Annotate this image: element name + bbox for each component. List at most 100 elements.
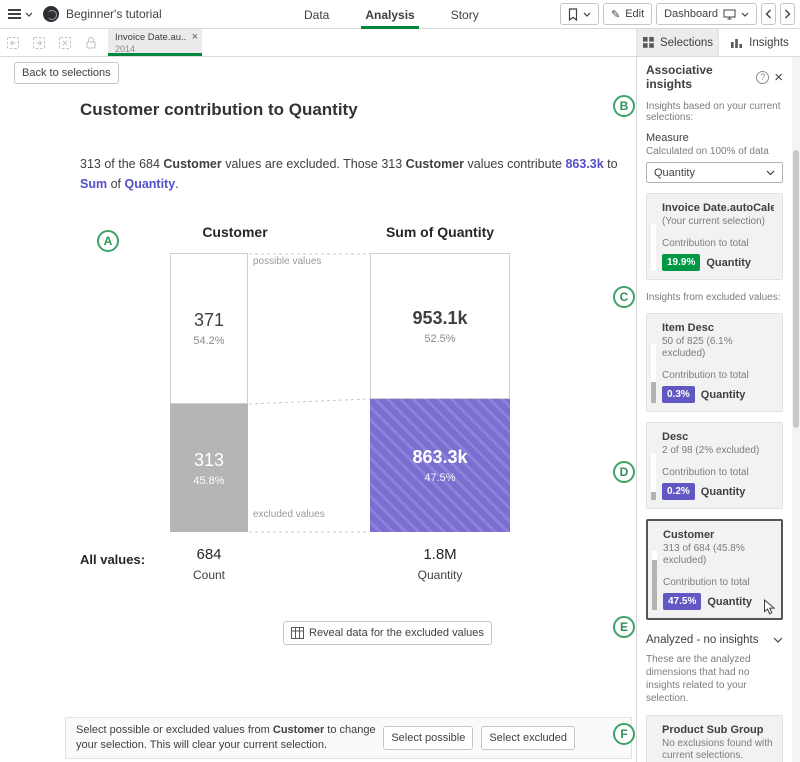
analyzed-description: These are the analyzed dimensions that h…: [646, 653, 783, 705]
app-window: Beginner's tutorial Data Analysis Story …: [0, 0, 800, 762]
tab-analysis[interactable]: Analysis: [361, 0, 418, 29]
card-subtitle: (Your current selection): [662, 216, 774, 228]
close-panel-button[interactable]: ×: [774, 70, 783, 85]
insight-card-product-sub-group[interactable]: Product Sub Group No exclusions found wi…: [646, 715, 783, 762]
selection-field-name: Invoice Date.au...: [115, 32, 186, 43]
total-count-value: 684: [170, 546, 248, 563]
insights-detail-view: Back to selections Customer contribution…: [0, 57, 636, 762]
select-excluded-button[interactable]: Select excluded: [481, 726, 575, 750]
reveal-data-label: Reveal data for the excluded values: [309, 627, 484, 639]
quantity-excluded-bar[interactable]: 863.3k 47.5%: [370, 399, 510, 532]
card-title: Customer: [663, 529, 773, 541]
customer-excluded-bar[interactable]: 313 45.8%: [170, 404, 248, 532]
summary-text: 313 of the 684 Customer values are exclu…: [80, 154, 620, 194]
selection-hint-bar: Select possible or excluded values from …: [65, 717, 632, 759]
card-subtitle: 2 of 98 (2% excluded): [662, 445, 774, 457]
card-kpi-row: 0.3% Quantity: [662, 386, 774, 403]
tab-insights[interactable]: Insights: [718, 29, 800, 56]
clear-selections-icon: [57, 35, 73, 51]
possible-pct: 54.2%: [193, 335, 224, 347]
selections-forward-icon: [31, 35, 47, 51]
remove-selection-button[interactable]: ×: [192, 31, 198, 43]
card-kpi-row: 47.5% Quantity: [663, 593, 773, 610]
excluded-pct: 45.8%: [193, 475, 224, 487]
chevron-down-icon: [741, 12, 749, 17]
selections-back-icon: [5, 35, 21, 51]
annotation-badge-c: C: [613, 286, 635, 308]
possible-values-label: possible values: [253, 256, 321, 267]
insight-card-customer[interactable]: Customer 313 of 684 (45.8% excluded) Con…: [646, 519, 783, 620]
cursor-icon: [763, 599, 776, 615]
table-icon: [291, 627, 304, 639]
tab-story[interactable]: Story: [447, 0, 483, 29]
lock-icon: [83, 35, 99, 51]
tab-data[interactable]: Data: [300, 0, 333, 29]
column-header-customer: Customer: [160, 224, 310, 240]
tab-insights-label: Insights: [749, 37, 789, 49]
prev-sheet-button[interactable]: [761, 3, 776, 25]
back-to-selections-button[interactable]: Back to selections: [14, 62, 119, 84]
panel-scrollbar-thumb[interactable]: [793, 150, 799, 428]
chart-connector-lines: [249, 253, 370, 534]
excluded-ratio-bar: [651, 453, 656, 500]
bookmark-button[interactable]: [560, 3, 599, 25]
annotation-badge-a: A: [97, 230, 119, 252]
page-title: Customer contribution to Quantity: [80, 100, 358, 120]
chevron-down-icon: [773, 637, 783, 643]
global-menu-button[interactable]: [0, 0, 41, 28]
help-icon[interactable]: ?: [756, 71, 769, 84]
card-title: Desc: [662, 431, 774, 443]
card-measure: Quantity: [701, 486, 746, 498]
tab-selections[interactable]: Selections: [636, 29, 718, 56]
pencil-icon: ✎: [611, 8, 620, 21]
measure-label: Measure: [646, 132, 783, 144]
associative-insights-panel: Associative insights ? × Insights based …: [636, 57, 792, 762]
bookmark-icon: [568, 8, 578, 21]
sheet-selector-button[interactable]: Dashboard: [656, 3, 757, 25]
card-measure: Quantity: [707, 596, 752, 608]
view-tabs: Data Analysis Story: [300, 0, 483, 29]
excluded-ratio-bar: [651, 224, 656, 271]
top-navigation-bar: Beginner's tutorial Data Analysis Story …: [0, 0, 800, 29]
select-possible-button[interactable]: Select possible: [383, 726, 473, 750]
customer-possible-bar[interactable]: 371 54.2%: [170, 253, 248, 404]
selections-forward-button[interactable]: [26, 29, 52, 56]
annotation-badge-f: F: [613, 723, 635, 745]
contribution-badge: 47.5%: [663, 593, 701, 610]
selections-lock-button[interactable]: [78, 29, 104, 56]
card-subtitle: 313 of 684 (45.8% excluded): [663, 543, 773, 567]
measure-dropdown[interactable]: Quantity: [646, 162, 783, 183]
chevron-left-icon: [765, 9, 772, 19]
selections-toolbar: Invoice Date.au... 2014 × Selections Ins…: [0, 29, 800, 57]
column-header-sum-of-quantity: Sum of Quantity: [365, 224, 515, 240]
contribution-badge: 0.2%: [662, 483, 695, 500]
selections-back-button[interactable]: [0, 29, 26, 56]
measure-subtext: Calculated on 100% of data: [646, 146, 783, 157]
quantity-possible-bar[interactable]: 953.1k 52.5%: [370, 253, 510, 399]
selections-grid-icon: [642, 36, 655, 49]
selection-value: 2014: [115, 44, 186, 54]
selection-chip-invoice-date[interactable]: Invoice Date.au... 2014 ×: [108, 29, 202, 56]
app-logo-icon: [43, 6, 59, 22]
edit-button[interactable]: ✎ Edit: [603, 3, 652, 25]
selection-hint-actions: Select possible Select excluded: [383, 726, 575, 750]
insight-card-current-selection[interactable]: Invoice Date.autoCalen... (Your current …: [646, 193, 783, 280]
sheet-name: Dashboard: [664, 8, 718, 20]
selection-hint-text: Select possible or excluded values from …: [76, 723, 383, 753]
reveal-data-button[interactable]: Reveal data for the excluded values: [283, 621, 492, 645]
analyzed-no-insights-toggle[interactable]: Analyzed - no insights: [646, 634, 783, 646]
total-quantity-label: Quantity: [370, 568, 510, 582]
possible-count: 371: [194, 310, 224, 331]
all-values-label: All values:: [80, 552, 145, 567]
clear-selections-button[interactable]: [52, 29, 78, 56]
card-title: Product Sub Group: [662, 724, 774, 736]
contribution-label: Contribution to total: [663, 577, 773, 588]
insight-card-item-desc[interactable]: Item Desc 50 of 825 (6.1% excluded) Cont…: [646, 313, 783, 412]
topbar-actions: ✎ Edit Dashboard: [560, 3, 800, 25]
insight-card-desc[interactable]: Desc 2 of 98 (2% excluded) Contribution …: [646, 422, 783, 509]
excluded-pct: 47.5%: [424, 472, 455, 484]
panel-tabs: Selections Insights: [636, 29, 800, 56]
next-sheet-button[interactable]: [780, 3, 795, 25]
monitor-icon: [723, 9, 736, 20]
panel-scrollbar[interactable]: [792, 57, 800, 762]
